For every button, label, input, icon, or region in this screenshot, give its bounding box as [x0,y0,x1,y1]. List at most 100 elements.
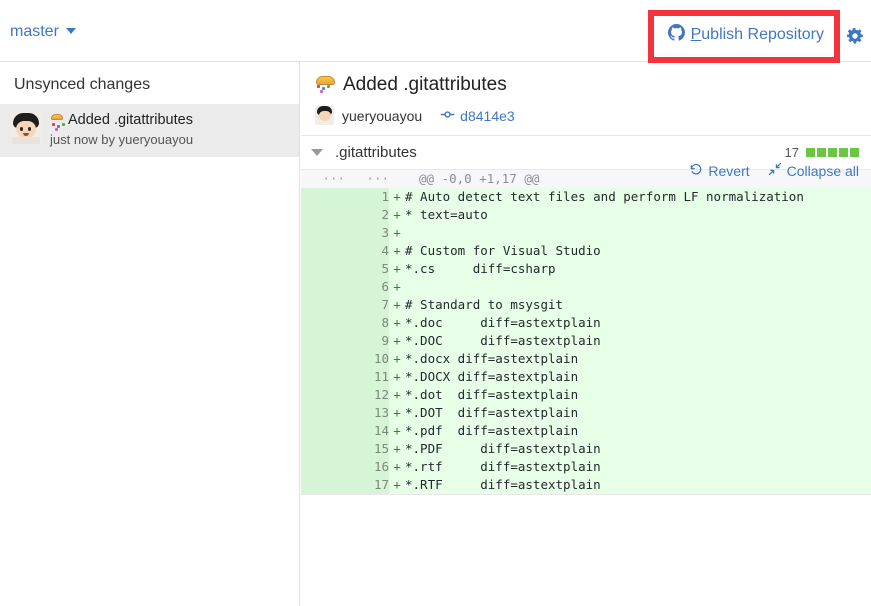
page-title: Added .gitattributes [315,74,857,96]
diff-line-sign: + [389,422,405,440]
diff-line-row[interactable]: 7 + # Standard to msysgit [301,296,871,314]
diff-old-line-number [301,476,345,494]
collapse-arrows-icon [768,162,782,179]
commit-actions: Revert Collapse all [689,162,859,179]
diff-new-line-number: 15 [345,440,389,458]
gear-icon[interactable] [846,27,864,45]
commit-author: yueryouayou [342,107,423,124]
diff-old-line-number [301,368,345,386]
diff-line-row[interactable]: 10 + *.docx diff=astextplain [301,350,871,368]
diff-line-sign: + [389,476,405,494]
diff-line-row[interactable]: 2 + * text=auto [301,206,871,224]
diff-line-code: *.DOCX diff=astextplain [405,368,871,386]
diff-line-code: *.DOC diff=astextplain [405,332,871,350]
diff-line-row[interactable]: 13 + *.DOT diff=astextplain [301,404,871,422]
diff-line-row[interactable]: 8 + *.doc diff=astextplain [301,314,871,332]
diff-new-line-number: 14 [345,422,389,440]
diff-old-line-number [301,404,345,422]
diff-old-line-number [301,314,345,332]
unsynced-changes-title: Unsynced changes [14,76,151,93]
diff-stat-count: 17 [784,145,799,160]
diff-line-code [405,278,871,296]
tada-emoji [50,113,65,132]
commit-meta: yueryouayou d8414e3 [315,106,857,125]
changes-sidebar: Unsynced changes Added .gitattributes ju… [0,62,300,606]
diff-stat-square [850,148,859,157]
diff-line-sign: + [389,224,405,242]
diff-line-sign: + [389,314,405,332]
diff-line-row[interactable]: 5 + *.cs diff=csharp [301,260,871,278]
diff-line-sign: + [389,332,405,350]
diff-old-line-number [301,188,345,206]
diff-line-row[interactable]: 11 + *.DOCX diff=astextplain [301,368,871,386]
diff-old-line-number [301,422,345,440]
publish-repository-label: Publish Repository [691,26,824,44]
diff-old-line-number [301,296,345,314]
diff-old-line-number [301,242,345,260]
diff-line-row[interactable]: 17 + *.RTF diff=astextplain [301,476,871,494]
diff-stat-square [817,148,826,157]
diff-line-row[interactable]: 14 + *.pdf diff=astextplain [301,422,871,440]
diff-new-line-number: 3 [345,224,389,242]
commit-node-icon [440,107,455,125]
collapse-all-button[interactable]: Collapse all [768,162,859,179]
diff-line-row[interactable]: 1 + # Auto detect text files and perform L… [301,188,871,206]
commit-sha: d8414e3 [460,107,515,124]
branch-label: master [10,23,59,40]
diff-line-sign: + [389,206,405,224]
diff-line-sign: + [389,458,405,476]
commit-sha-link[interactable]: d8414e3 [440,107,515,125]
diff-line-row[interactable]: 12 + *.dot diff=astextplain [301,386,871,404]
diff-old-line-number [301,224,345,242]
diff-line-code: *.docx diff=astextplain [405,350,871,368]
diff-line-sign: + [389,260,405,278]
diff-line-row[interactable]: 3 + [301,224,871,242]
diff-stat-square [828,148,837,157]
diff-line-row[interactable]: 9 + *.DOC diff=astextplain [301,332,871,350]
diff-old-line-number [301,278,345,296]
diff-new-line-number: 2 [345,206,389,224]
diff-body: ··· ··· @@ -0,0 +1,17 @@ 1 + # Auto detect… [301,170,871,494]
diff-old-line-number [301,386,345,404]
list-item[interactable]: Added .gitattributes just now by yueryou… [0,104,299,158]
diff-old-line-number [301,332,345,350]
publish-repository-button[interactable]: Publish Repository [667,24,824,46]
revert-button[interactable]: Revert [689,162,750,179]
triangle-down-icon[interactable] [311,149,323,156]
diff-new-line-number: 10 [345,350,389,368]
diff-line-code: # Custom for Visual Studio [405,242,871,260]
user-avatar [10,112,42,144]
diff-new-line-number: 6 [345,278,389,296]
diff-old-line-number [301,260,345,278]
diff-line-code: *.pdf diff=astextplain [405,422,871,440]
commit-summary: Added .gitattributes just now by yueryou… [50,112,193,147]
diff-line-sign: + [389,368,405,386]
diff-new-line-number: 9 [345,332,389,350]
toolbar-divider [834,24,835,46]
tada-emoji [315,75,336,96]
diff-line-row[interactable]: 6 + [301,278,871,296]
diff-new-line-number: 7 [345,296,389,314]
diff-new-line-number: 11 [345,368,389,386]
chevron-down-icon [65,28,76,34]
diff-line-code: *.rtf diff=astextplain [405,458,871,476]
diff-line-code: *.DOT diff=astextplain [405,404,871,422]
diff-line-code: *.RTF diff=astextplain [405,476,871,494]
github-desktop-window: master Publish Repository Unsynced chang… [0,0,871,606]
diff-line-code [405,224,871,242]
diff-new-line-number: 16 [345,458,389,476]
diff-old-line-number [301,350,345,368]
diff-line-code: *.dot diff=astextplain [405,386,871,404]
diff-old-line-number [301,440,345,458]
diff-line-code: *.PDF diff=astextplain [405,440,871,458]
diff-line-row[interactable]: 15 + *.PDF diff=astextplain [301,440,871,458]
diff-new-line-number: 4 [345,242,389,260]
diff-line-row[interactable]: 16 + *.rtf diff=astextplain [301,458,871,476]
diff-line-code: # Standard to msysgit [405,296,871,314]
branch-selector[interactable]: master [10,23,76,41]
diff-line-row[interactable]: 4 + # Custom for Visual Studio [301,242,871,260]
commit-title-text: Added .gitattributes [343,74,507,95]
revert-label: Revert [708,162,750,179]
collapse-all-label: Collapse all [786,162,859,179]
diff-line-sign: + [389,440,405,458]
